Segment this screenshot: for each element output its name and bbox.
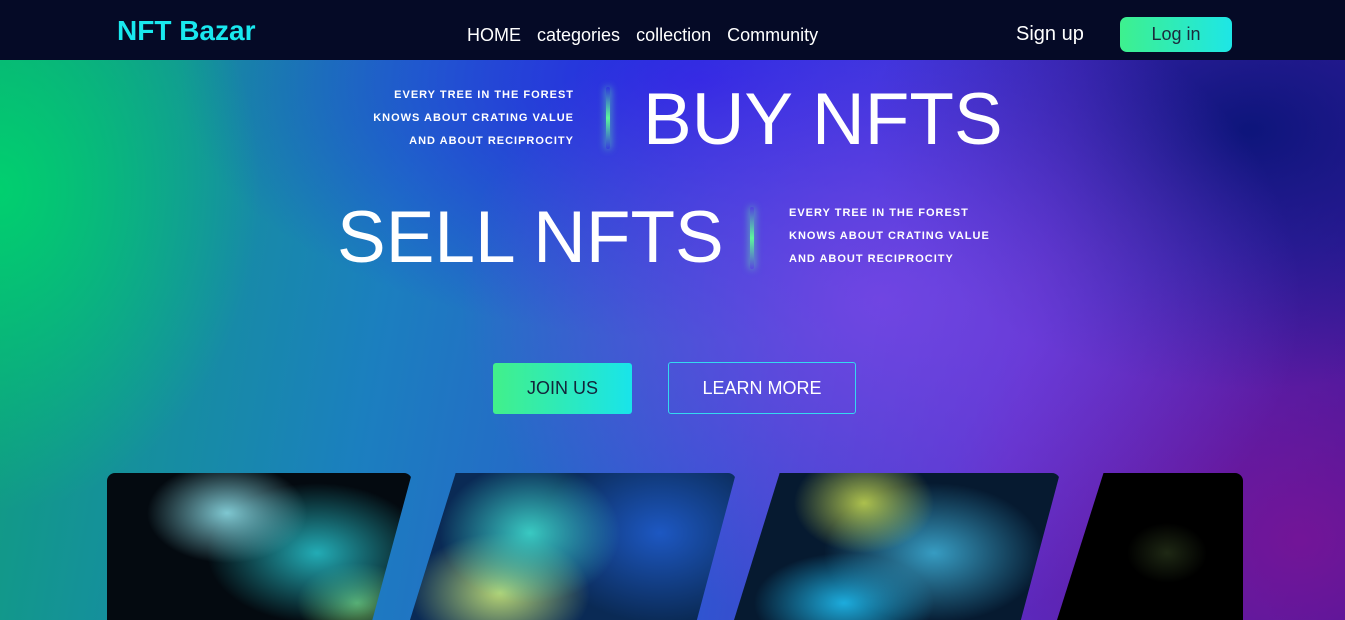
nft-card-image[interactable] (410, 473, 736, 620)
brand-logo[interactable]: NFT Bazar (117, 15, 255, 47)
nft-card-image[interactable] (734, 473, 1060, 620)
nav-link-collection[interactable]: collection (636, 25, 711, 46)
sell-tagline-line-1: EVERY TREE IN THE FOREST (789, 207, 969, 219)
sell-tagline: EVERY TREE IN THE FOREST KNOWS ABOUT CRA… (789, 202, 1019, 271)
nav-link-categories[interactable]: categories (537, 25, 620, 46)
nft-card-image[interactable] (107, 473, 412, 620)
nav-links: HOME categories collection Community (467, 25, 818, 46)
sell-headline: SELL NFTS (337, 197, 724, 278)
learn-more-button[interactable]: LEARN MORE (668, 362, 856, 414)
nft-gallery (0, 473, 1345, 620)
buy-headline: BUY NFTS (643, 79, 1003, 160)
navbar: NFT Bazar HOME categories collection Com… (0, 0, 1345, 60)
sell-tagline-line-2: KNOWS ABOUT CRATING VALUE (789, 230, 990, 242)
nav-link-home[interactable]: HOME (467, 25, 521, 46)
buy-tagline: EVERY TREE IN THE FOREST KNOWS ABOUT CRA… (360, 84, 574, 153)
signup-link[interactable]: Sign up (1016, 23, 1084, 46)
login-button[interactable]: Log in (1120, 17, 1232, 52)
nav-link-community[interactable]: Community (727, 25, 818, 46)
buy-divider (606, 87, 610, 149)
sell-tagline-line-3: AND ABOUT RECIPROCITY (789, 253, 954, 265)
buy-tagline-line-1: EVERY TREE IN THE FOREST (394, 89, 574, 101)
buy-tagline-line-3: AND ABOUT RECIPROCITY (409, 135, 574, 147)
nft-card-image[interactable] (1057, 473, 1243, 620)
buy-tagline-line-2: KNOWS ABOUT CRATING VALUE (373, 112, 574, 124)
sell-divider (750, 207, 754, 269)
join-us-button[interactable]: JOIN US (493, 363, 632, 414)
